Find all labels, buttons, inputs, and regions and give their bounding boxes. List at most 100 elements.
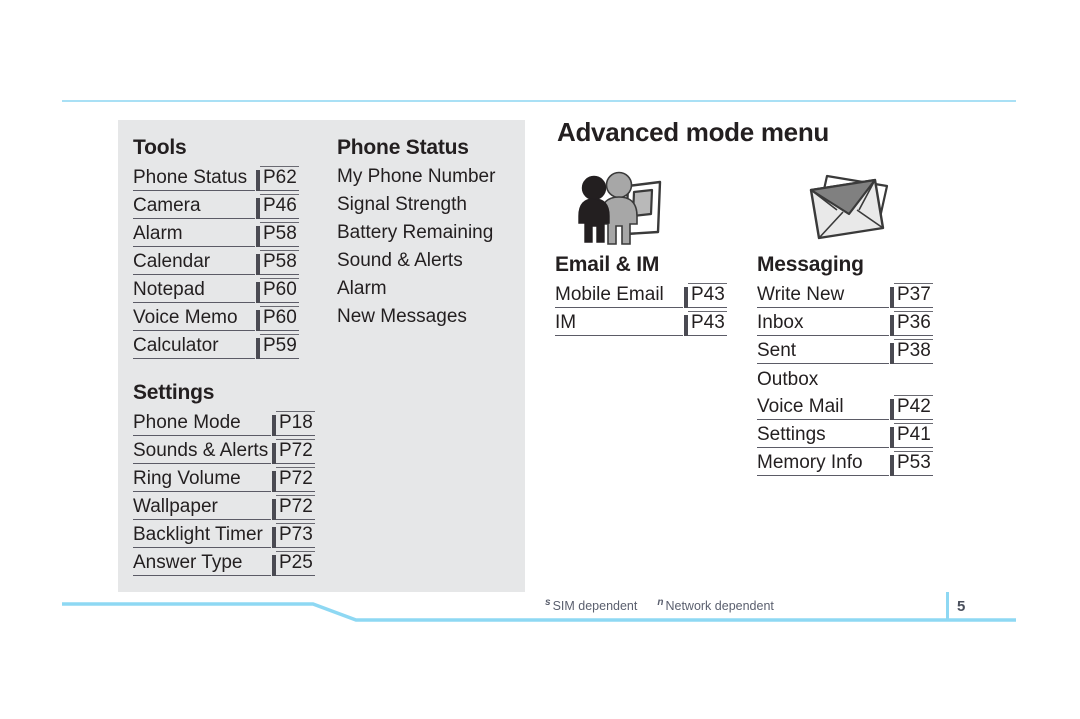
email-im-list: Mobile Email P43 IM P43: [555, 280, 735, 336]
tools-list: Phone Status P62 Camera P46 Alarm P58 Ca…: [133, 163, 318, 359]
menu-label: Phone Status: [133, 167, 255, 191]
list-item[interactable]: Calendar P58: [133, 247, 318, 275]
list-item[interactable]: Calculator P59: [133, 331, 318, 359]
page-ref: P53: [894, 451, 933, 476]
page-ref: P43: [688, 283, 727, 308]
page-ref: P36: [894, 311, 933, 336]
menu-label: Outbox: [757, 369, 819, 390]
folio-divider: [946, 592, 949, 620]
list-item[interactable]: Write New P37: [757, 280, 947, 308]
menu-label: Wallpaper: [133, 496, 271, 520]
footnote-text-network: Network dependent: [665, 599, 774, 614]
page-ref: P38: [894, 339, 933, 364]
section-title-settings: Settings: [133, 381, 215, 404]
list-item: Sound & Alerts: [337, 250, 463, 271]
section-messaging: Messaging Write New P37 Inbox P36 Sent P…: [757, 253, 947, 476]
menu-label: Memory Info: [757, 452, 889, 476]
list-item[interactable]: Settings P41: [757, 420, 947, 448]
menu-label: Inbox: [757, 312, 889, 336]
page-ref: P60: [260, 306, 299, 331]
list-item: Alarm: [337, 278, 387, 299]
page-ref: P62: [260, 166, 299, 191]
list-item[interactable]: Sounds & Alerts P72: [133, 436, 333, 464]
menu-label: Sounds & Alerts: [133, 440, 271, 464]
section-tools: Tools Phone Status P62 Camera P46 Alarm …: [133, 136, 318, 359]
messaging-list: Write New P37 Inbox P36 Sent P38 Outbox …: [757, 280, 947, 476]
list-item[interactable]: Phone Mode P18: [133, 408, 333, 436]
menu-label: IM: [555, 312, 683, 336]
menu-label: Ring Volume: [133, 468, 271, 492]
footnote-marker-network: n: [657, 597, 664, 608]
menu-label: Sent: [757, 340, 889, 364]
page-ref: P59: [260, 334, 299, 359]
footnotes: s SIM dependent n Network dependent: [545, 597, 794, 613]
menu-label: Voice Memo: [133, 307, 255, 331]
page-ref: P60: [260, 278, 299, 303]
list-item[interactable]: Answer Type P25: [133, 548, 333, 576]
section-title-messaging: Messaging: [757, 253, 864, 276]
page-ref: P72: [276, 467, 315, 492]
list-item: Battery Remaining: [337, 222, 494, 243]
list-item: New Messages: [337, 306, 467, 327]
footnote-network: n Network dependent: [657, 597, 774, 614]
settings-list: Phone Mode P18 Sounds & Alerts P72 Ring …: [133, 408, 333, 576]
phone-status-list: My Phone Number Signal Strength Battery …: [337, 163, 527, 331]
menu-label: Phone Mode: [133, 412, 271, 436]
section-settings: Settings Phone Mode P18 Sounds & Alerts …: [133, 381, 333, 576]
page-ref: P41: [894, 423, 933, 448]
list-item[interactable]: Voice Mail P42: [757, 392, 947, 420]
footnote-sim: s SIM dependent: [545, 597, 638, 614]
section-title-email-im: Email & IM: [555, 253, 660, 276]
list-item[interactable]: Camera P46: [133, 191, 318, 219]
page-number: 5: [957, 598, 966, 615]
page-ref: P58: [260, 250, 299, 275]
bottom-rule: [62, 602, 1016, 622]
list-item[interactable]: Mobile Email P43: [555, 280, 735, 308]
two-people-screen-icon: [572, 166, 668, 246]
menu-label: Settings: [757, 424, 889, 448]
manual-page: Tools Phone Status P62 Camera P46 Alarm …: [0, 0, 1080, 719]
list-item[interactable]: Sent P38: [757, 336, 947, 364]
list-item: Signal Strength: [337, 194, 467, 215]
page-ref: P37: [894, 283, 933, 308]
page-ref: P25: [276, 551, 315, 576]
section-title-tools: Tools: [133, 136, 187, 159]
top-rule: [62, 100, 1016, 102]
page-ref: P72: [276, 495, 315, 520]
menu-label: Voice Mail: [757, 396, 889, 420]
menu-label: Answer Type: [133, 552, 271, 576]
menu-label: Write New: [757, 284, 889, 308]
section-phone-status: Phone Status My Phone Number Signal Stre…: [337, 136, 527, 331]
list-item[interactable]: Inbox P36: [757, 308, 947, 336]
page-ref: P73: [276, 523, 315, 548]
list-item: My Phone Number: [337, 166, 496, 187]
page-ref: P43: [688, 311, 727, 336]
list-item[interactable]: Phone Status P62: [133, 163, 318, 191]
footnote-text-sim: SIM dependent: [552, 599, 638, 614]
page-ref: P42: [894, 395, 933, 420]
menu-label: Calendar: [133, 251, 255, 275]
menu-label: Notepad: [133, 279, 255, 303]
list-item[interactable]: Memory Info P53: [757, 448, 947, 476]
menu-label: Alarm: [133, 223, 255, 247]
list-item[interactable]: Ring Volume P72: [133, 464, 333, 492]
menu-label: Calculator: [133, 335, 255, 359]
menu-label: Camera: [133, 195, 255, 219]
list-item[interactable]: Wallpaper P72: [133, 492, 333, 520]
footnote-marker-sim: s: [545, 597, 551, 608]
page-ref: P46: [260, 194, 299, 219]
list-item[interactable]: Voice Memo P60: [133, 303, 318, 331]
list-item[interactable]: IM P43: [555, 308, 735, 336]
section-email-im: Email & IM Mobile Email P43 IM P43: [555, 253, 735, 336]
page-ref: P18: [276, 411, 315, 436]
list-item[interactable]: Notepad P60: [133, 275, 318, 303]
section-title-phone-status: Phone Status: [337, 136, 469, 159]
list-item[interactable]: Alarm P58: [133, 219, 318, 247]
page-ref: P72: [276, 439, 315, 464]
envelope-icon: [797, 172, 893, 244]
menu-label: Backlight Timer: [133, 524, 271, 548]
list-item: Outbox: [757, 364, 947, 392]
page-title: Advanced mode menu: [557, 117, 829, 147]
menu-label: Mobile Email: [555, 284, 683, 308]
list-item[interactable]: Backlight Timer P73: [133, 520, 333, 548]
